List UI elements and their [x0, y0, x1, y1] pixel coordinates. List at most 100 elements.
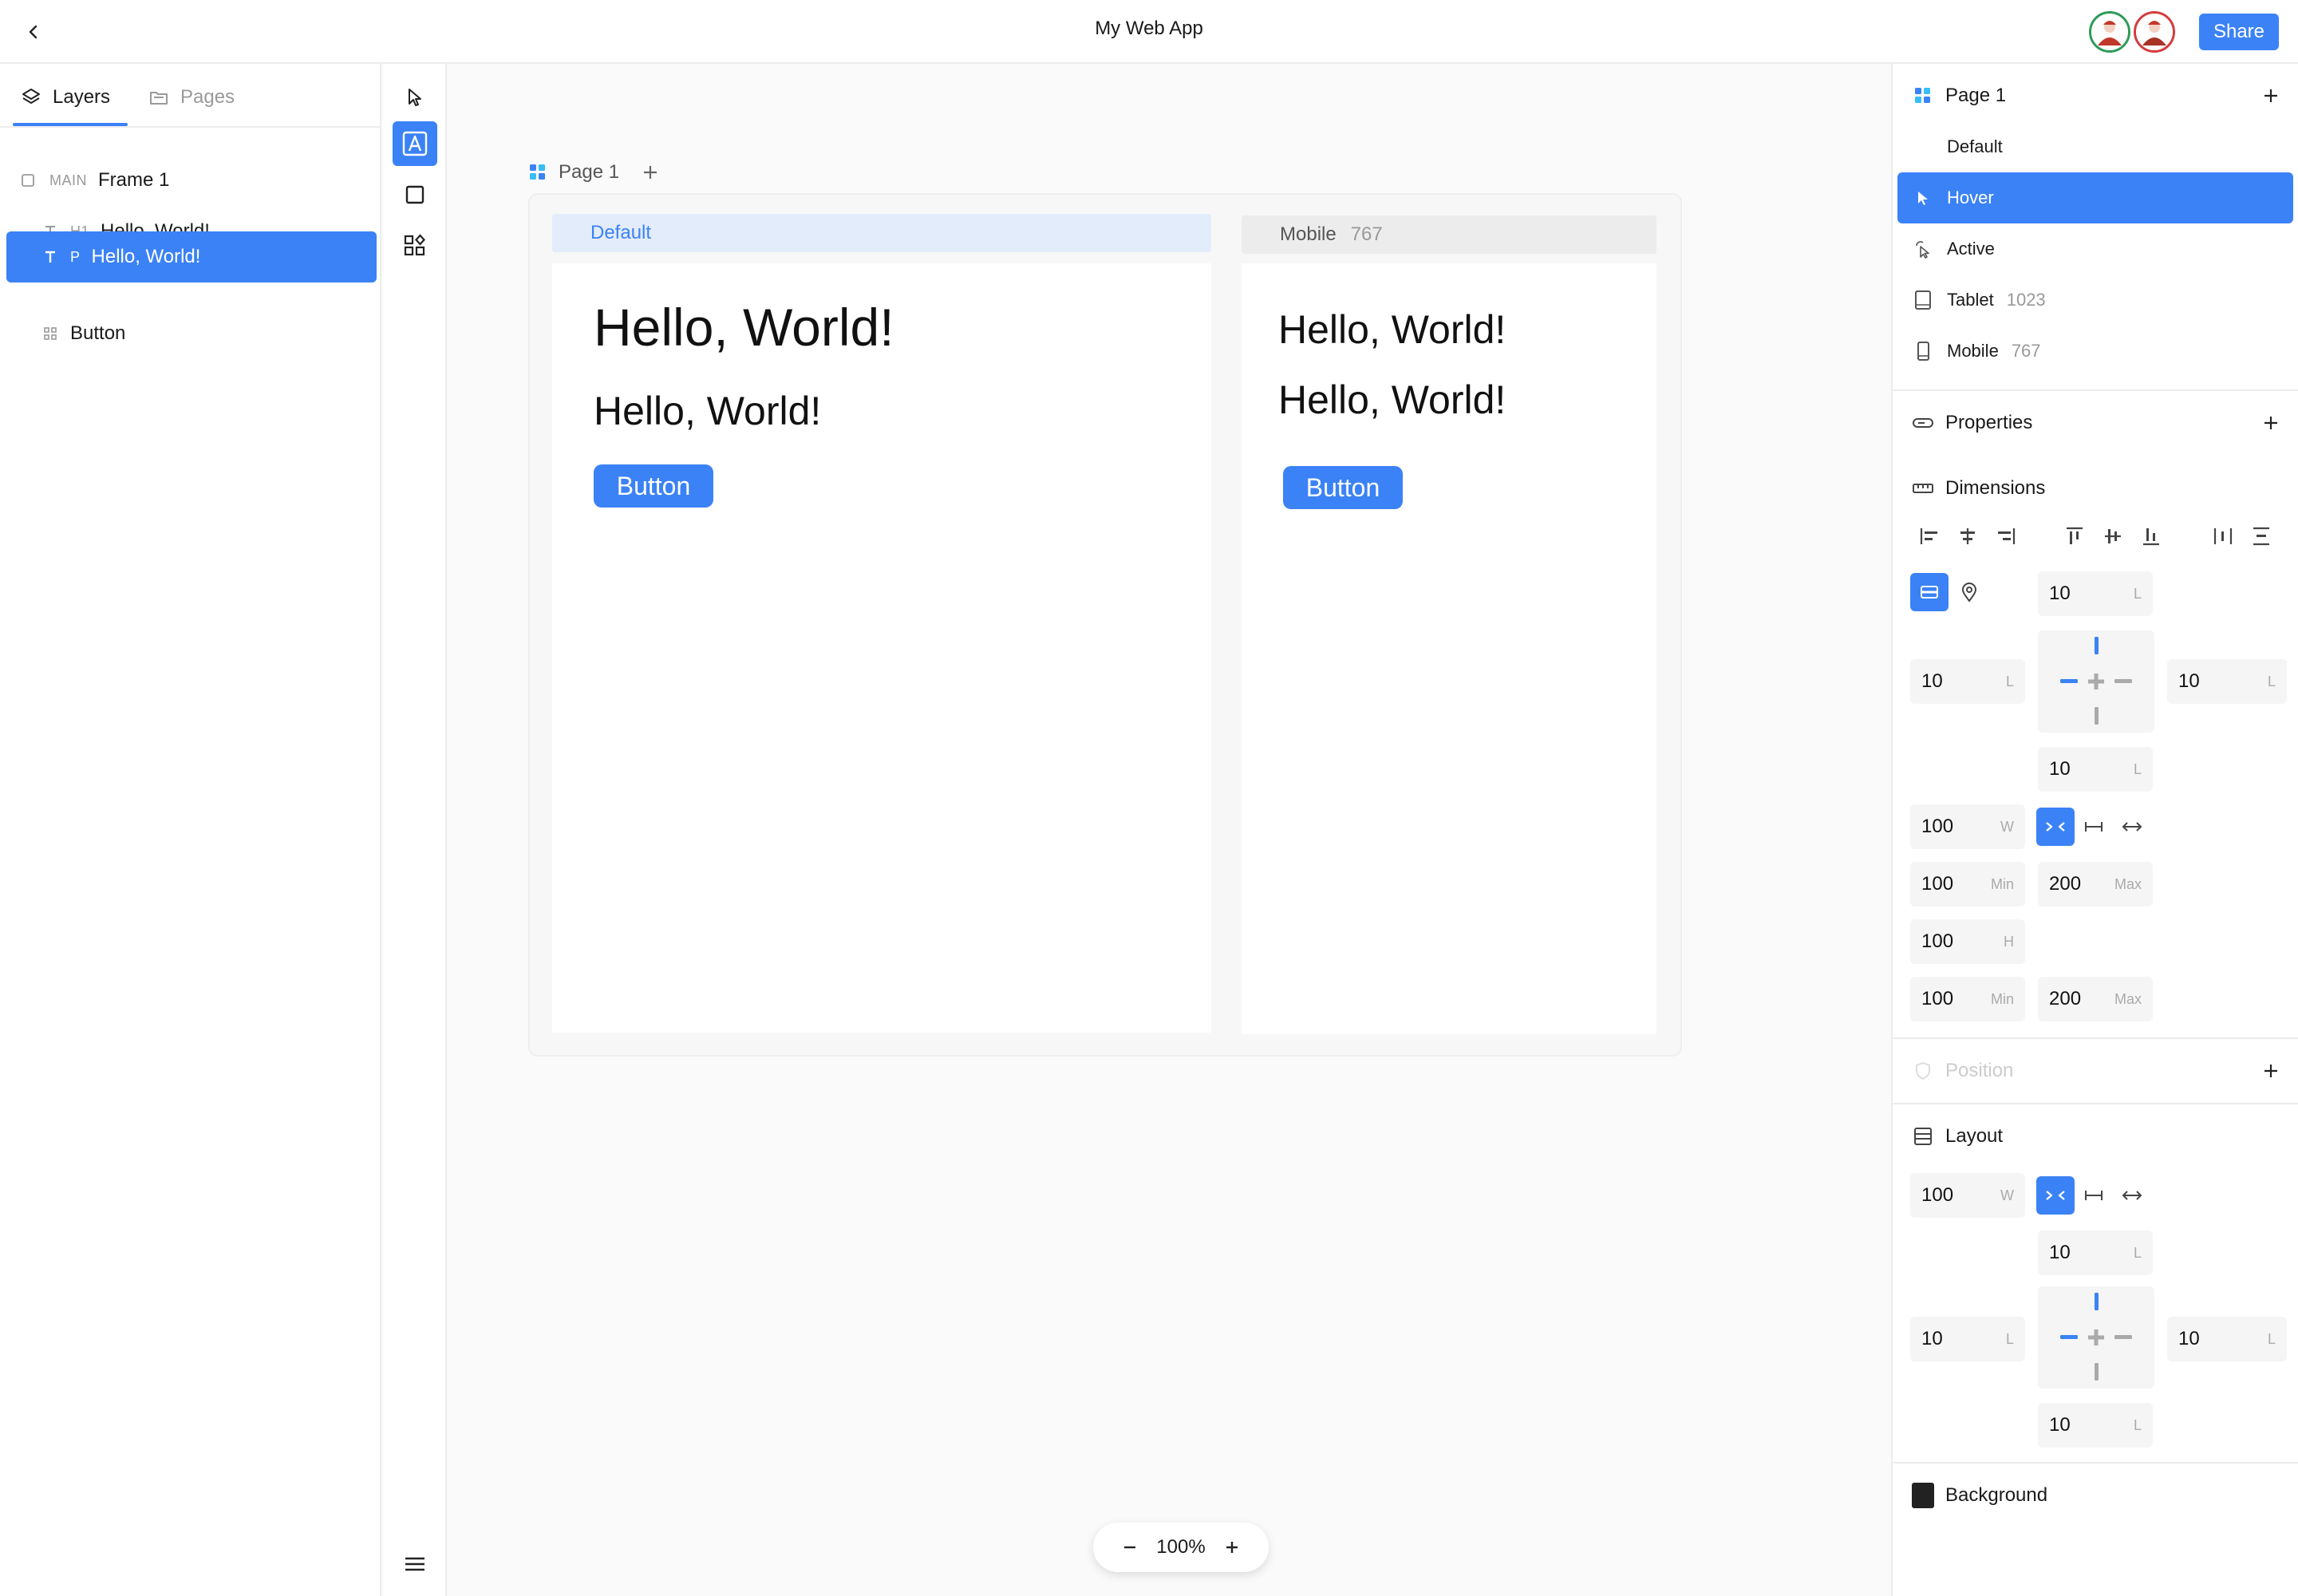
align-top-icon[interactable] — [2060, 522, 2089, 551]
zoom-control: 100% — [1093, 1523, 1269, 1572]
share-button[interactable]: Share — [2199, 14, 2279, 50]
canvas-h1[interactable]: Hello, World! — [1278, 306, 1506, 353]
add-position-icon[interactable] — [2258, 1058, 2284, 1084]
padding-top-input[interactable]: 10 L — [2038, 1231, 2153, 1275]
app-title: My Web App — [1095, 18, 1203, 39]
state-item-tablet[interactable]: Tablet 1023 — [1897, 275, 2293, 326]
add-property-icon[interactable] — [2258, 410, 2284, 436]
input-value: 100 — [1921, 873, 1954, 895]
state-item-active[interactable]: Active — [1897, 223, 2293, 275]
location-pin-icon[interactable] — [1955, 578, 1984, 606]
input-unit: L — [2133, 760, 2142, 777]
input-unit: L — [2133, 1416, 2142, 1433]
canvas-h1[interactable]: Hello, World! — [594, 297, 894, 358]
page-icon — [528, 163, 547, 182]
relative-mode-icon[interactable] — [1910, 573, 1949, 611]
shrink-width-icon[interactable] — [2036, 1176, 2075, 1215]
min-height-input[interactable]: 100 Min — [1910, 977, 2025, 1021]
distribute-h-icon[interactable] — [2209, 522, 2237, 551]
link-icon — [1912, 412, 1934, 434]
padding-bottom-input[interactable]: 10 L — [2038, 1403, 2153, 1448]
align-center-h-icon[interactable] — [1953, 522, 1982, 551]
max-width-input[interactable]: 200 Max — [2038, 862, 2153, 907]
breakpoint-frame-default[interactable]: Hello, World! Hello, World! Button — [552, 263, 1211, 1033]
distribute-v-icon[interactable] — [2247, 522, 2276, 551]
breakpoint-frame-mobile[interactable]: Hello, World! Hello, World! Button — [1242, 263, 1656, 1034]
components-tool-icon[interactable] — [393, 223, 437, 268]
add-page-icon[interactable] — [642, 164, 659, 181]
component-icon — [43, 326, 57, 341]
background-section-header[interactable]: Background — [1893, 1470, 2298, 1521]
canvas-button[interactable]: Button — [594, 464, 713, 508]
layer-item-frame[interactable]: MAIN Frame 1 — [6, 155, 377, 206]
fixed-width-icon[interactable] — [2079, 1181, 2108, 1210]
select-tool-icon[interactable] — [393, 75, 437, 120]
input-value: 200 — [2049, 873, 2082, 895]
state-item-mobile[interactable]: Mobile 767 — [1897, 326, 2293, 377]
max-height-input[interactable]: 200 Max — [2038, 977, 2153, 1021]
canvas-page-header: Page 1 — [528, 156, 659, 188]
canvas-button[interactable]: Button — [1283, 466, 1403, 509]
tablet-icon — [1912, 289, 1934, 311]
align-bottom-icon[interactable] — [2137, 522, 2166, 551]
padding-box-icon[interactable] — [2038, 1286, 2154, 1389]
input-unit: L — [2267, 673, 2276, 689]
align-center-v-icon[interactable] — [2099, 522, 2127, 551]
zoom-in-icon[interactable] — [1221, 1536, 1243, 1558]
align-right-icon[interactable] — [1992, 522, 2020, 551]
tab-pages[interactable]: Pages — [148, 81, 235, 113]
width-input[interactable]: 100 W — [1910, 804, 2025, 849]
fill-width-icon[interactable] — [2118, 1181, 2146, 1210]
padding-right-input[interactable]: 10 L — [2167, 1317, 2287, 1361]
pointer-click-icon — [1912, 238, 1934, 260]
frame-tool-icon[interactable] — [393, 172, 437, 217]
margin-right-input[interactable]: 10 L — [2167, 659, 2287, 704]
back-icon[interactable] — [21, 19, 46, 45]
input-value: 10 — [2049, 1242, 2071, 1263]
breakpoint-header-mobile[interactable]: Mobile 767 — [1242, 215, 1656, 254]
avatar[interactable] — [2134, 11, 2175, 53]
padding-left-input[interactable]: 10 L — [1910, 1317, 2025, 1361]
layer-item-p-selected[interactable]: P Hello, World! — [6, 231, 377, 282]
text-tool-icon[interactable] — [393, 121, 437, 166]
canvas-paragraph[interactable]: Hello, World! — [1278, 377, 1506, 423]
mobile-icon — [1912, 340, 1934, 362]
margin-box-icon[interactable] — [2038, 630, 2154, 733]
align-left-icon[interactable] — [1915, 522, 1944, 551]
fixed-width-icon[interactable] — [2079, 812, 2108, 841]
input-unit: Min — [1990, 990, 2014, 1007]
menu-icon[interactable] — [393, 1542, 437, 1586]
input-value: 200 — [2049, 988, 2082, 1009]
properties-panel: Page 1 Default Hover Active Tablet 1023 M… — [1891, 64, 2298, 1596]
avatar[interactable] — [2089, 11, 2130, 53]
margin-bottom-input[interactable]: 10 L — [2038, 747, 2153, 792]
color-swatch[interactable] — [1912, 1483, 1934, 1508]
margin-top-input[interactable]: 10 L — [2038, 571, 2153, 616]
margin-left-input[interactable]: 10 L — [1910, 659, 2025, 704]
ruler-icon — [1912, 477, 1934, 500]
page-label: Page 1 — [559, 161, 620, 183]
breakpoint-header-default[interactable]: Default — [552, 214, 1211, 252]
layout-width-input[interactable]: 100 W — [1910, 1173, 2025, 1218]
shrink-width-icon[interactable] — [2036, 808, 2075, 846]
input-unit: Min — [1990, 875, 2014, 892]
layout-section-header: Layout — [1893, 1111, 2298, 1162]
min-width-input[interactable]: 100 Min — [1910, 862, 2025, 907]
fill-width-icon[interactable] — [2118, 812, 2146, 841]
add-state-icon[interactable] — [2258, 83, 2284, 109]
top-bar: My Web App Share — [0, 0, 2298, 64]
tab-layers[interactable]: Layers — [21, 81, 110, 113]
height-input[interactable]: 100 H — [1910, 919, 2025, 964]
zoom-out-icon[interactable] — [1119, 1536, 1141, 1558]
input-unit: L — [2005, 1330, 2014, 1347]
state-item-hover[interactable]: Hover — [1897, 172, 2293, 223]
layer-item-button[interactable]: Button — [6, 308, 377, 359]
state-item-default[interactable]: Default — [1897, 121, 2293, 172]
input-value: 10 — [2049, 583, 2071, 604]
input-value: 100 — [1921, 988, 1954, 1009]
input-unit: L — [2133, 1244, 2142, 1261]
text-icon — [43, 250, 57, 264]
canvas-paragraph[interactable]: Hello, World! — [594, 388, 821, 434]
input-value: 10 — [1921, 1328, 1943, 1349]
layers-panel: Layers Pages MAIN Frame 1 H1 Hello, Worl… — [0, 64, 381, 1596]
